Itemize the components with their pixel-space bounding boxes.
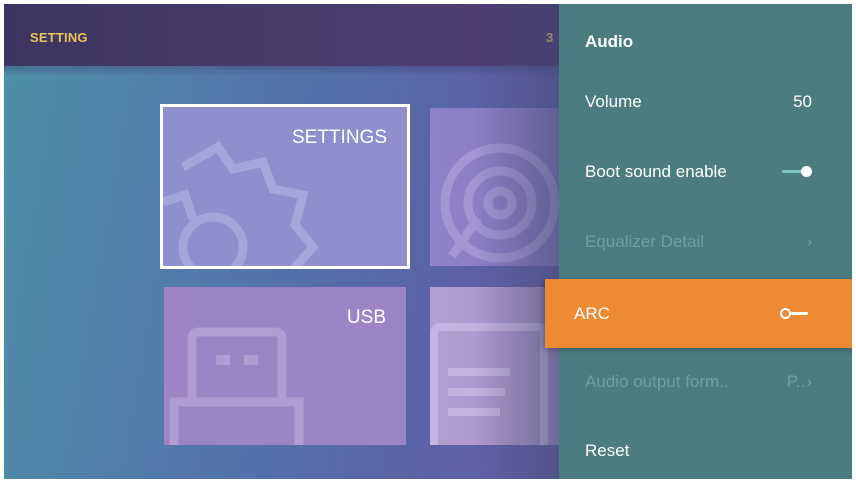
chevron-right-icon: › bbox=[807, 233, 812, 251]
reset-label: Reset bbox=[585, 441, 630, 460]
audio-settings-panel: Audio Volume 50 Boot sound enable Equali… bbox=[559, 4, 852, 479]
equalizer-detail-label: Equalizer Detail bbox=[585, 232, 705, 251]
audio-output-format-value: P..› bbox=[786, 372, 812, 391]
boot-sound-label: Boot sound enable bbox=[585, 162, 727, 181]
tile-usb[interactable]: USB bbox=[164, 287, 406, 445]
audio-output-format-label: Audio output form.. bbox=[585, 372, 729, 391]
panel-title: Audio bbox=[585, 32, 634, 51]
arc-label: ARC bbox=[574, 303, 610, 323]
menu-item-arc[interactable]: ARC bbox=[545, 279, 852, 348]
tile-settings-label: SETTINGS bbox=[291, 127, 387, 148]
menu-item-equalizer-detail[interactable]: Equalizer Detail › bbox=[559, 212, 852, 272]
tile-settings[interactable]: SETTINGS bbox=[160, 104, 410, 269]
arc-toggle[interactable] bbox=[780, 307, 810, 320]
menu-item-reset[interactable]: Reset bbox=[559, 421, 852, 479]
volume-value: 50 bbox=[793, 92, 812, 111]
menu-item-volume[interactable]: Volume 50 bbox=[559, 72, 852, 132]
panel-shadow bbox=[474, 4, 564, 479]
chevron-right-icon: › bbox=[806, 372, 812, 391]
top-bar-title: SETTING bbox=[30, 30, 88, 45]
volume-label: Volume bbox=[585, 92, 642, 111]
menu-item-audio-output-format[interactable]: Audio output form.. P..› bbox=[559, 352, 852, 412]
tv-screen: SETTING 3 SETTINGS bbox=[4, 4, 852, 479]
tile-usb-label: USB bbox=[346, 307, 386, 328]
boot-sound-toggle[interactable] bbox=[782, 166, 812, 178]
menu-item-boot-sound[interactable]: Boot sound enable bbox=[559, 142, 852, 202]
